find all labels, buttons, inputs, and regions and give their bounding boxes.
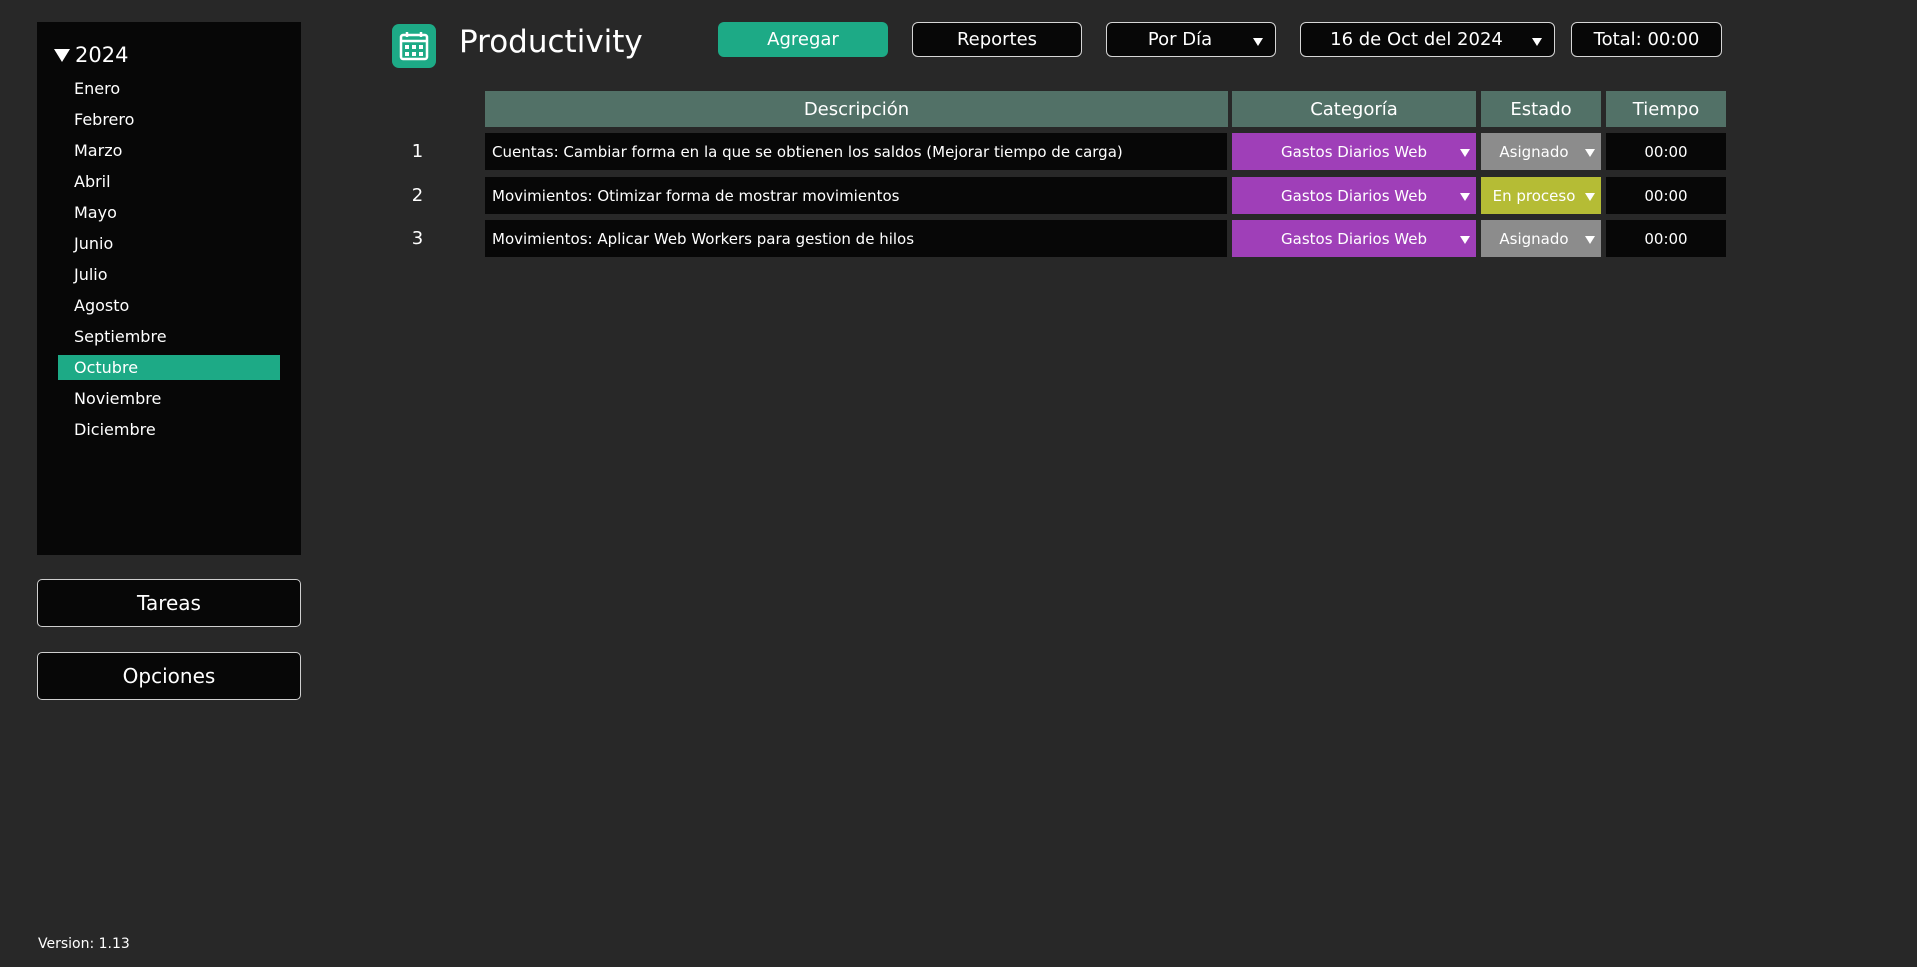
column-header-description: Descripción xyxy=(485,91,1228,127)
month-item[interactable]: Abril xyxy=(58,169,280,194)
status-value: En proceso xyxy=(1492,186,1576,205)
caret-down-icon xyxy=(1532,38,1542,46)
month-item[interactable]: Agosto xyxy=(58,293,280,318)
status-value: Asignado xyxy=(1499,142,1569,161)
category-value: Gastos Diarios Web xyxy=(1281,186,1427,205)
caret-down-icon xyxy=(1460,149,1470,157)
status-select[interactable]: En proceso xyxy=(1481,177,1601,214)
month-item[interactable]: Marzo xyxy=(58,138,280,163)
calendar-icon xyxy=(392,24,436,68)
month-item[interactable]: Noviembre xyxy=(58,386,280,411)
tasks-button[interactable]: Tareas xyxy=(37,579,301,627)
app-title: Productivity xyxy=(459,24,643,60)
row-number: 1 xyxy=(411,141,424,162)
options-button[interactable]: Opciones xyxy=(37,652,301,700)
view-mode-select[interactable]: Por Día xyxy=(1106,22,1276,57)
date-select[interactable]: 16 de Oct del 2024 xyxy=(1300,22,1555,57)
reports-button[interactable]: Reportes xyxy=(912,22,1082,57)
category-value: Gastos Diarios Web xyxy=(1281,142,1427,161)
status-select[interactable]: Asignado xyxy=(1481,133,1601,170)
month-list: Enero Febrero Marzo Abril Mayo Junio Jul… xyxy=(58,76,280,448)
task-time[interactable]: 00:00 xyxy=(1606,220,1726,257)
month-item[interactable]: Septiembre xyxy=(58,324,280,349)
month-item[interactable]: Julio xyxy=(58,262,280,287)
date-value: 16 de Oct del 2024 xyxy=(1330,29,1503,50)
total-time: Total: 00:00 xyxy=(1571,22,1722,57)
month-item[interactable]: Mayo xyxy=(58,200,280,225)
year-toggle[interactable]: 2024 xyxy=(52,41,128,69)
month-item[interactable]: Febrero xyxy=(58,107,280,132)
row-number: 2 xyxy=(411,185,424,206)
status-select[interactable]: Asignado xyxy=(1481,220,1601,257)
category-select[interactable]: Gastos Diarios Web xyxy=(1232,133,1476,170)
month-item[interactable]: Diciembre xyxy=(58,417,280,442)
task-time[interactable]: 00:00 xyxy=(1606,177,1726,214)
view-mode-value: Por Día xyxy=(1147,29,1213,50)
year-label: 2024 xyxy=(75,43,129,67)
caret-down-icon xyxy=(1460,193,1470,201)
task-description[interactable]: Cuentas: Cambiar forma en la que se obti… xyxy=(485,133,1227,170)
caret-down-icon xyxy=(1585,149,1595,157)
category-value: Gastos Diarios Web xyxy=(1281,229,1427,248)
task-time[interactable]: 00:00 xyxy=(1606,133,1726,170)
caret-down-icon xyxy=(1585,193,1595,201)
version-label: Version: 1.13 xyxy=(38,936,130,952)
month-item[interactable]: Junio xyxy=(58,231,280,256)
caret-down-icon xyxy=(1253,38,1263,46)
task-description[interactable]: Movimientos: Otimizar forma de mostrar m… xyxy=(485,177,1227,214)
status-value: Asignado xyxy=(1499,229,1569,248)
column-header-category: Categoría xyxy=(1232,91,1476,127)
column-header-status: Estado xyxy=(1481,91,1601,127)
month-item[interactable]: Enero xyxy=(58,76,280,101)
sidebar-panel: 2024 Enero Febrero Marzo Abril Mayo Juni… xyxy=(37,22,301,555)
category-select[interactable]: Gastos Diarios Web xyxy=(1232,177,1476,214)
add-button[interactable]: Agregar xyxy=(718,22,888,57)
row-number: 3 xyxy=(411,228,424,249)
column-header-time: Tiempo xyxy=(1606,91,1726,127)
category-select[interactable]: Gastos Diarios Web xyxy=(1232,220,1476,257)
triangle-down-icon xyxy=(54,48,70,62)
caret-down-icon xyxy=(1585,236,1595,244)
caret-down-icon xyxy=(1460,236,1470,244)
task-description[interactable]: Movimientos: Aplicar Web Workers para ge… xyxy=(485,220,1227,257)
month-item-selected[interactable]: Octubre xyxy=(58,355,280,380)
